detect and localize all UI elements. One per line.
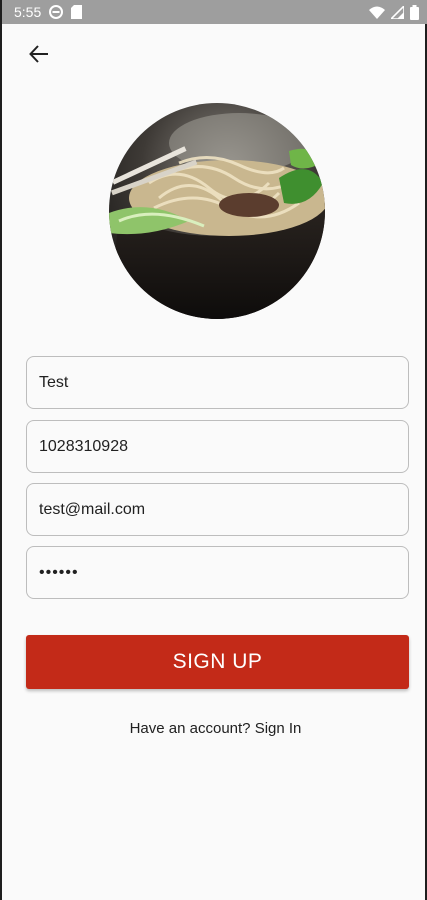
- have-account-text: Have an account?: [129, 720, 251, 737]
- wifi-icon: [369, 6, 385, 19]
- sign-up-button[interactable]: SIGN UP: [26, 635, 409, 689]
- status-time: 5:55: [14, 4, 42, 20]
- battery-icon: [410, 4, 419, 20]
- do-not-disturb-icon: [49, 5, 64, 19]
- screen: 5:55 Test 1028310928 test@mail.com •••••…: [0, 0, 427, 900]
- sign-up-label: SIGN UP: [172, 650, 263, 673]
- status-bar: 5:55: [2, 0, 427, 24]
- sign-in-row: Have an account? Sign In: [2, 720, 427, 737]
- phone-input[interactable]: [37, 436, 398, 457]
- name-input[interactable]: [37, 372, 398, 393]
- back-button[interactable]: [22, 40, 56, 72]
- sign-in-link[interactable]: Sign In: [255, 720, 302, 737]
- password-input[interactable]: [37, 562, 398, 583]
- phone-field[interactable]: [26, 420, 409, 473]
- email-field[interactable]: [26, 483, 409, 536]
- arrow-back-icon: [29, 44, 49, 68]
- noodle-bowl-photo: [109, 103, 325, 319]
- sd-card-icon: [71, 5, 83, 19]
- signal-icon: [391, 5, 404, 19]
- name-field[interactable]: [26, 356, 409, 409]
- email-input[interactable]: [37, 499, 398, 520]
- hero-image: [109, 103, 325, 319]
- password-field[interactable]: [26, 546, 409, 599]
